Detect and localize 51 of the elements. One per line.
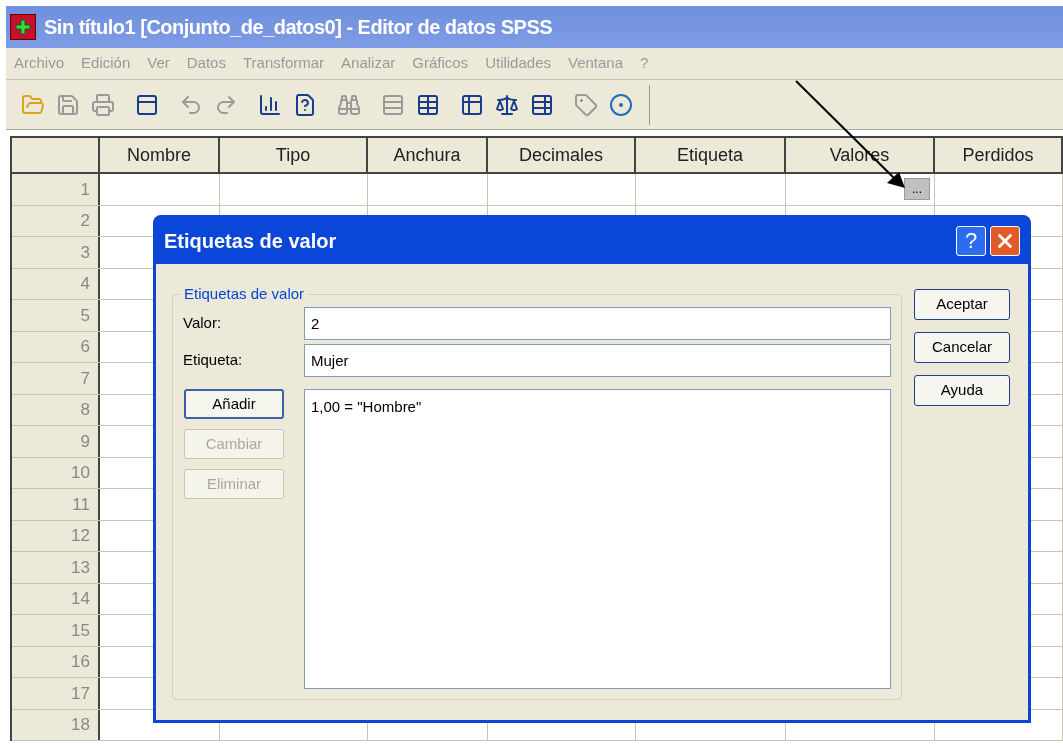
group-title: Etiquetas de valor (181, 285, 308, 303)
row-header[interactable]: 14 (12, 583, 100, 614)
column-header[interactable]: Perdidos (935, 138, 1063, 172)
row-header[interactable]: 2 (12, 205, 100, 236)
close-button[interactable] (990, 226, 1020, 256)
row-header[interactable]: 13 (12, 552, 100, 583)
column-header[interactable]: Decimales (488, 138, 636, 172)
list-item[interactable]: 1,00 = "Hombre" (311, 396, 884, 419)
row-header[interactable]: 11 (12, 489, 100, 520)
dialog-title: Etiquetas de valor (164, 229, 337, 254)
row-header[interactable]: 18 (12, 709, 100, 740)
window-title: Sin título1 [Conjunto_de_datos0] - Editor de datos SPSS (44, 15, 553, 40)
row-header[interactable]: 17 (12, 678, 100, 709)
column-header[interactable]: Nombre (100, 138, 220, 172)
row-header[interactable]: 7 (12, 363, 100, 394)
column-header[interactable]: Etiqueta (636, 138, 786, 172)
row-header[interactable]: 12 (12, 520, 100, 551)
field-label: Etiqueta: (183, 350, 244, 371)
text-field[interactable]: 2 (304, 307, 891, 340)
menu-item[interactable]: Ver (147, 52, 170, 75)
column-header[interactable]: Tipo (220, 138, 368, 172)
dialog-button[interactable]: Cancelar (914, 332, 1010, 363)
row-header[interactable]: 1 (12, 174, 100, 205)
field-label: Valor: (183, 313, 223, 334)
action-button[interactable]: Añadir (184, 389, 284, 419)
row-header[interactable]: 16 (12, 646, 100, 677)
menu-item[interactable]: Archivo (14, 52, 65, 75)
dialog-button[interactable]: Ayuda (914, 375, 1010, 406)
row-header[interactable]: 3 (12, 237, 100, 268)
value-list[interactable]: 1,00 = "Hombre" (304, 389, 891, 689)
row-header[interactable]: 15 (12, 615, 100, 646)
column-header[interactable]: Anchura (368, 138, 488, 172)
menu-item[interactable]: ? (640, 52, 649, 75)
row-header[interactable]: 9 (12, 426, 100, 457)
menu-item[interactable]: Datos (186, 52, 226, 75)
menu-item[interactable]: Analizar (341, 52, 396, 75)
ellipsis-button[interactable]: ... (904, 178, 930, 201)
menu-item[interactable]: Edición (81, 52, 131, 75)
row-header[interactable]: 4 (12, 268, 100, 299)
row-header[interactable]: 5 (12, 300, 100, 331)
row-header[interactable]: 6 (12, 331, 100, 362)
row-header[interactable]: 8 (12, 394, 100, 425)
menu-item[interactable]: Gráficos (412, 52, 469, 75)
menu-item[interactable]: Utilidades (485, 52, 551, 75)
menu-item[interactable]: Ventana (568, 52, 624, 75)
row-header[interactable]: 10 (12, 457, 100, 488)
app-icon (10, 14, 36, 40)
help-button[interactable]: ? (956, 226, 986, 256)
text-field[interactable]: Mujer (304, 344, 891, 377)
menu-item[interactable]: Transformar (242, 52, 325, 75)
dialog-button[interactable]: Aceptar (914, 289, 1010, 320)
